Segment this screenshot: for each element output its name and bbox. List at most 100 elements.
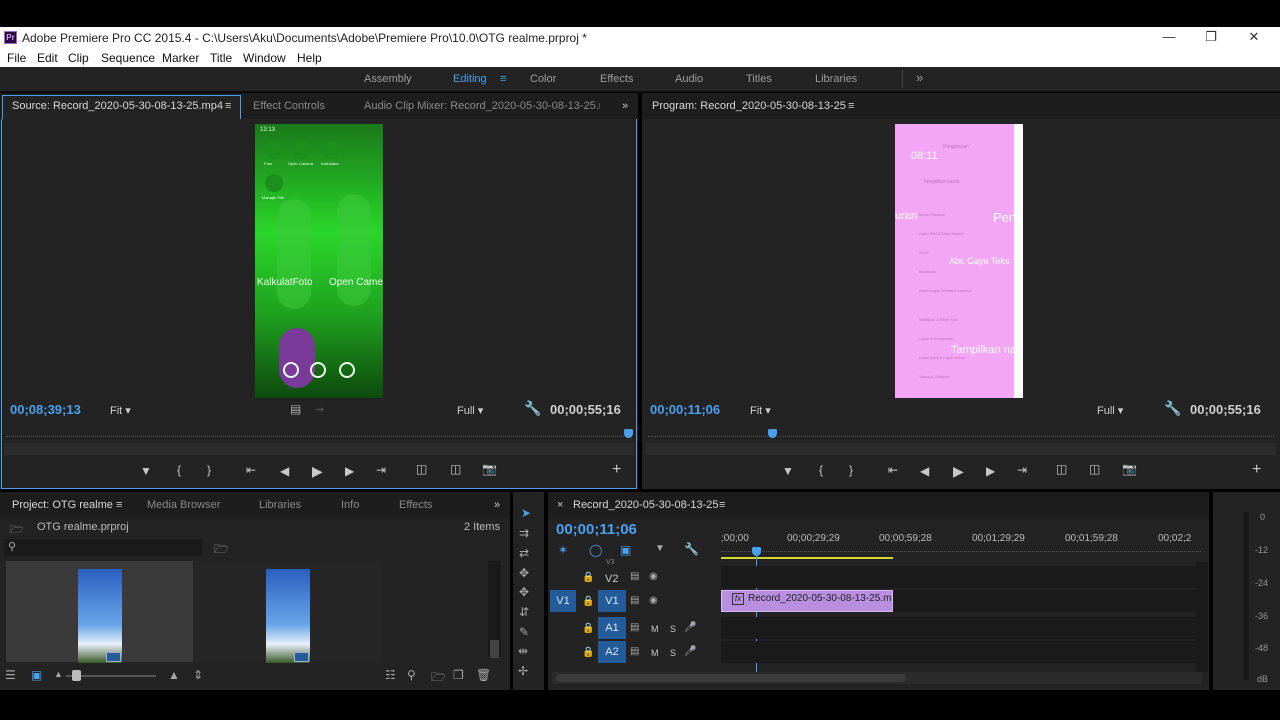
v2-sync-icon[interactable]: ▤ bbox=[630, 571, 639, 582]
track-v2-lane[interactable] bbox=[721, 566, 1196, 588]
source-timecode[interactable]: 00;08;39;13 bbox=[10, 402, 81, 417]
v2-lock-icon[interactable]: 🔒 bbox=[582, 572, 594, 583]
rolling-edit-tool-icon[interactable]: ✥ bbox=[519, 566, 529, 580]
tab-program[interactable]: Program: Record_2020-05-30-08-13-25 bbox=[652, 100, 846, 112]
slide-tool-icon[interactable]: ⇹ bbox=[518, 644, 528, 658]
v2-eye-icon[interactable]: ◉ bbox=[649, 571, 658, 582]
step-forward-icon[interactable]: ▶ bbox=[345, 464, 354, 478]
selection-tool-icon[interactable]: ➤ bbox=[521, 506, 531, 520]
linked-selection-icon[interactable]: ▣ bbox=[620, 543, 631, 557]
a2-solo-button[interactable]: S bbox=[670, 648, 676, 658]
rate-stretch-tool-icon[interactable]: ✥ bbox=[519, 585, 529, 599]
program-mark-in-icon[interactable]: { bbox=[819, 463, 823, 477]
add-marker-icon[interactable]: ▼ bbox=[140, 464, 152, 478]
overwrite-icon[interactable]: ◫ bbox=[450, 462, 461, 476]
ripple-edit-tool-icon[interactable]: ⇄ bbox=[519, 546, 529, 560]
workspace-editing[interactable]: Editing bbox=[453, 73, 487, 85]
source-settings-icon[interactable]: 🔧 bbox=[524, 400, 541, 417]
step-back-icon[interactable]: ◀ bbox=[280, 464, 289, 478]
menu-edit[interactable]: Edit bbox=[37, 51, 58, 65]
restore-icon[interactable]: ❐ bbox=[1200, 29, 1222, 45]
program-step-forward-icon[interactable]: ▶ bbox=[986, 464, 995, 478]
minimize-icon[interactable]: — bbox=[1158, 29, 1180, 45]
a1-sync-icon[interactable]: ▤ bbox=[630, 622, 639, 633]
program-go-to-out-icon[interactable]: ⇥ bbox=[1017, 463, 1027, 477]
slip-tool-icon[interactable]: ✎ bbox=[519, 625, 529, 639]
razor-tool-icon[interactable]: ⇵ bbox=[519, 605, 529, 619]
new-bin-icon[interactable]: 🗁 bbox=[431, 668, 446, 689]
zoom-in-icon[interactable]: ▲ bbox=[168, 668, 180, 682]
drag-video-icon[interactable]: ▤ bbox=[290, 402, 301, 416]
export-frame-icon[interactable]: 📷 bbox=[482, 462, 497, 476]
a1-solo-button[interactable]: S bbox=[670, 624, 676, 634]
work-area-bar[interactable] bbox=[721, 557, 893, 559]
program-time-ruler[interactable] bbox=[648, 436, 1274, 437]
a1-mic-icon[interactable]: 🎤 bbox=[684, 622, 696, 633]
program-button-editor-icon[interactable]: + bbox=[1252, 461, 1261, 479]
timeline-clip[interactable]: fx Record_2020-05-30-08-13-25.m bbox=[721, 590, 893, 612]
tab-sequence[interactable]: Record_2020-05-30-08-13-25 bbox=[573, 499, 719, 511]
zoom-slider-thumb[interactable] bbox=[72, 670, 81, 681]
tab-media-browser[interactable]: Media Browser bbox=[147, 499, 220, 511]
timeline-vscroll[interactable] bbox=[1196, 562, 1208, 672]
a2-mute-button[interactable]: M bbox=[651, 648, 659, 658]
project-scrollbar-thumb[interactable] bbox=[490, 640, 499, 658]
close-icon[interactable]: ✕ bbox=[1243, 29, 1265, 45]
track-select-tool-icon[interactable]: ⇉ bbox=[519, 526, 529, 540]
program-tab-menu-icon[interactable]: ≡ bbox=[848, 100, 854, 112]
clear-icon[interactable]: 🗑 bbox=[476, 668, 491, 682]
program-add-marker-icon[interactable]: ▼ bbox=[782, 464, 794, 478]
project-tab-menu-icon[interactable]: ≡ bbox=[116, 499, 122, 511]
tab-source[interactable]: Source: Record_2020-05-30-08-13-25.mp4 bbox=[12, 100, 223, 112]
program-quality-dropdown[interactable]: Full bbox=[1097, 404, 1152, 417]
a1-mute-button[interactable]: M bbox=[651, 624, 659, 634]
workspace-menu-icon[interactable]: ≡ bbox=[500, 73, 506, 85]
a2-lock-icon[interactable]: 🔒 bbox=[582, 647, 594, 658]
list-view-icon[interactable]: ☰ bbox=[5, 668, 16, 682]
new-bin-search-icon[interactable]: 🗁 bbox=[214, 540, 229, 561]
track-a1-lane[interactable] bbox=[721, 617, 1196, 639]
source-fit-dropdown[interactable]: Fit bbox=[110, 404, 164, 417]
new-item-icon[interactable]: ❐ bbox=[453, 668, 464, 682]
tab-effects[interactable]: Effects bbox=[399, 499, 432, 511]
nest-icon[interactable]: ✶ bbox=[558, 543, 568, 557]
v1-eye-icon[interactable]: ◉ bbox=[649, 595, 658, 606]
menu-help[interactable]: Help bbox=[297, 51, 322, 65]
mark-out-icon[interactable]: } bbox=[207, 463, 211, 477]
track-a2-lane[interactable] bbox=[721, 641, 1196, 663]
workspace-titles[interactable]: Titles bbox=[746, 73, 772, 85]
source-playhead[interactable] bbox=[623, 429, 633, 438]
workspace-assembly[interactable]: Assembly bbox=[364, 73, 412, 85]
menu-title[interactable]: Title bbox=[210, 51, 232, 65]
timeline-marker-icon[interactable]: ▼ bbox=[655, 543, 665, 554]
track-a2-name[interactable]: A2 bbox=[598, 641, 626, 663]
drag-audio-icon[interactable]: ⇝ bbox=[315, 403, 324, 416]
program-fit-dropdown[interactable]: Fit bbox=[750, 404, 804, 417]
find-icon[interactable]: ⚲ bbox=[407, 668, 416, 682]
v1-source-patch[interactable]: V1 bbox=[550, 590, 576, 612]
menu-clip[interactable]: Clip bbox=[68, 51, 89, 65]
menu-marker[interactable]: Marker bbox=[162, 51, 199, 65]
source-time-ruler[interactable] bbox=[6, 436, 632, 437]
timeline-settings-icon[interactable]: 🔧 bbox=[684, 542, 699, 556]
tab-audio-clip-mixer[interactable]: Audio Clip Mixer: Record_2020-05-30-08-1… bbox=[364, 100, 600, 112]
program-step-back-icon[interactable]: ◀ bbox=[920, 464, 929, 478]
program-settings-icon[interactable]: 🔧 bbox=[1164, 400, 1181, 417]
source-zoom-bar[interactable] bbox=[4, 443, 634, 455]
program-play-icon[interactable]: ▶ bbox=[953, 463, 964, 480]
track-v1-name[interactable]: V1 bbox=[598, 590, 626, 612]
automate-to-sequence-icon[interactable]: ☷ bbox=[385, 668, 396, 682]
v1-sync-icon[interactable]: ▤ bbox=[630, 595, 639, 606]
program-mark-out-icon[interactable]: } bbox=[849, 463, 853, 477]
mark-in-icon[interactable]: { bbox=[177, 463, 181, 477]
source-quality-dropdown[interactable]: Full bbox=[457, 404, 512, 417]
icon-view-icon[interactable]: ▣ bbox=[31, 668, 42, 682]
timeline-timecode[interactable]: 00;00;11;06 bbox=[556, 521, 637, 538]
tab-project[interactable]: Project: OTG realme bbox=[12, 499, 113, 511]
program-timecode[interactable]: 00;00;11;06 bbox=[650, 402, 720, 417]
a2-sync-icon[interactable]: ▤ bbox=[630, 646, 639, 657]
tab-effect-controls[interactable]: Effect Controls bbox=[253, 100, 325, 112]
a2-mic-icon[interactable]: 🎤 bbox=[684, 646, 696, 657]
snap-icon[interactable]: ◯ bbox=[589, 543, 602, 557]
timeline-hscroll-thumb[interactable] bbox=[556, 674, 906, 682]
